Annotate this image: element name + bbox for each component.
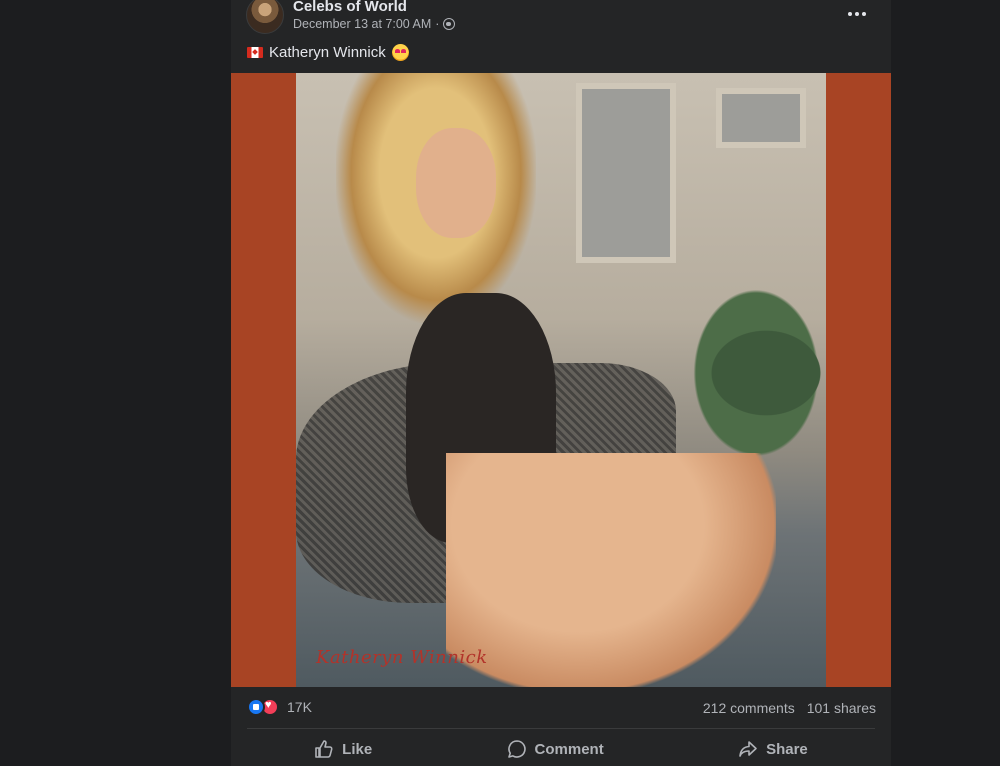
avatar[interactable] xyxy=(246,0,284,34)
divider xyxy=(247,728,875,729)
comment-label: Comment xyxy=(534,740,604,758)
like-button[interactable]: Like xyxy=(302,733,384,765)
post-timestamp[interactable]: December 13 at 7:00 AM xyxy=(293,17,431,31)
reaction-count[interactable]: 17K xyxy=(287,699,312,715)
feed-post: Celebs of World December 13 at 7:00 AM ·… xyxy=(231,0,891,766)
comment-icon xyxy=(507,740,526,758)
heart-eyes-emoji-icon xyxy=(391,44,409,61)
meta-separator: · xyxy=(435,17,440,31)
caption-text: Katheryn Winnick xyxy=(269,44,386,61)
action-bar: Like Comment Share xyxy=(247,731,875,766)
right-gutter xyxy=(891,0,1000,766)
engagement-stats: 212 comments 101 shares xyxy=(703,700,876,716)
globe-icon xyxy=(443,18,456,30)
post-photo[interactable]: Katheryn Winnick xyxy=(231,73,891,687)
canada-flag-icon xyxy=(247,47,263,58)
reaction-summary[interactable]: 17K xyxy=(247,698,312,716)
shares-count[interactable]: 101 shares xyxy=(807,700,876,716)
share-button[interactable]: Share xyxy=(726,733,820,765)
comments-count[interactable]: 212 comments xyxy=(703,700,795,716)
photo-figure-face xyxy=(416,128,496,238)
comment-button[interactable]: Comment xyxy=(495,733,616,765)
photo-figure-legs xyxy=(446,453,776,687)
post-meta: December 13 at 7:00 AM · xyxy=(293,17,456,31)
thumbs-up-icon xyxy=(315,740,333,758)
like-reaction-icon xyxy=(247,698,265,716)
post-author[interactable]: Celebs of World xyxy=(293,0,407,15)
photo-image[interactable]: Katheryn Winnick xyxy=(296,73,826,687)
share-icon xyxy=(739,741,757,757)
left-gutter xyxy=(0,0,231,766)
photo-watermark: Katheryn Winnick xyxy=(316,647,488,668)
background-window xyxy=(716,88,806,148)
post-caption: Katheryn Winnick xyxy=(247,44,409,61)
more-options-icon[interactable] xyxy=(843,2,871,26)
share-label: Share xyxy=(766,740,808,758)
background-window xyxy=(576,83,676,263)
like-label: Like xyxy=(342,740,373,758)
